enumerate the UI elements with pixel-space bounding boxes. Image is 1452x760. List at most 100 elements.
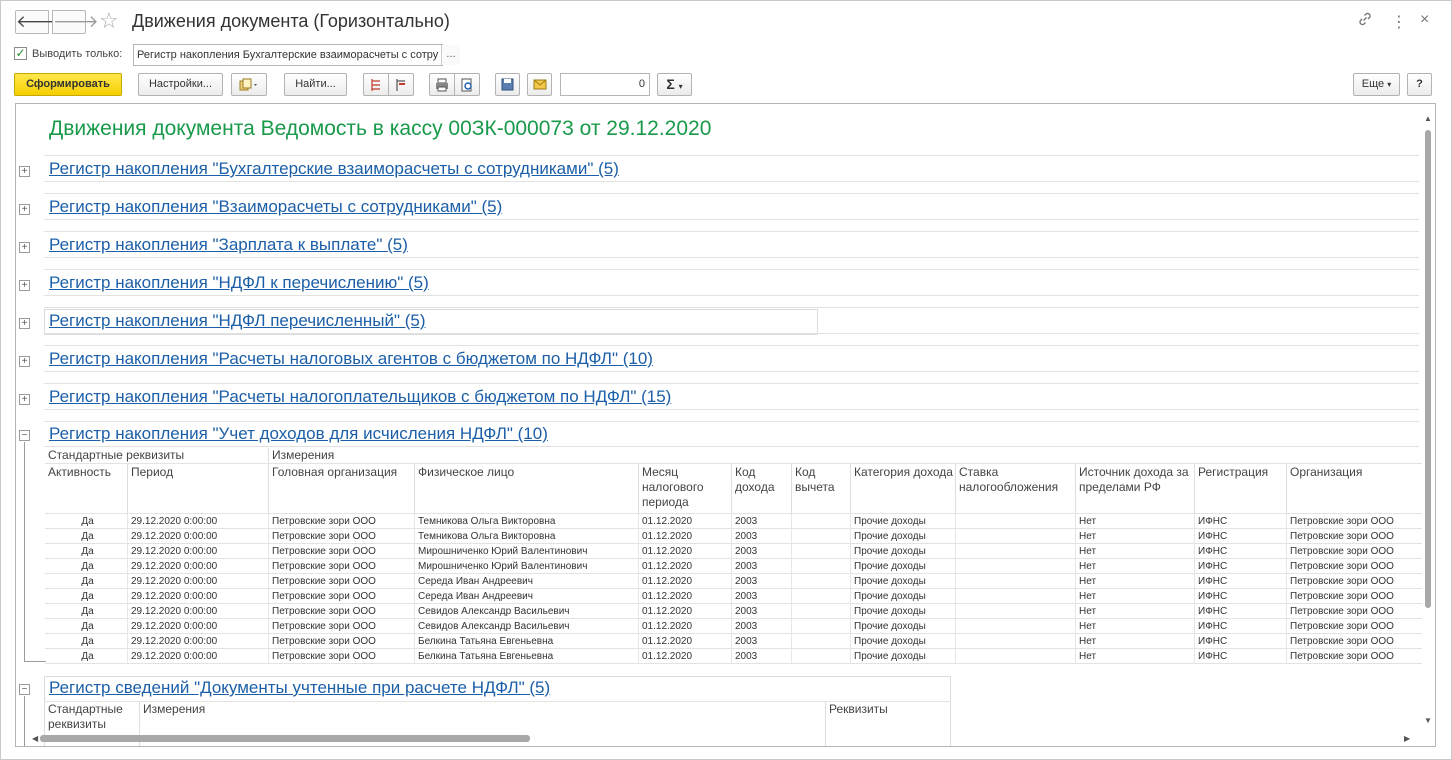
table-cell: Нет	[1075, 574, 1194, 589]
expand-register-icon[interactable]: +	[19, 356, 30, 367]
find-button[interactable]: Найти...	[284, 73, 347, 96]
register-link-income-accounting[interactable]: Регистр накопления "Учет доходов для исч…	[49, 424, 548, 444]
table-row[interactable]: Да 29.12.2020 0:00:00 Петровские зори ООО С…	[45, 604, 1422, 619]
table-cell: 29.12.2020 0:00:00	[127, 649, 268, 664]
separator	[44, 295, 1419, 296]
expand-register-icon[interactable]: +	[19, 204, 30, 215]
table-cell	[955, 514, 1075, 529]
table-cell: Прочие доходы	[850, 619, 955, 634]
table-cell: Прочие доходы	[850, 574, 955, 589]
collapse-info-register-icon[interactable]: −	[19, 684, 30, 695]
horizontal-scrollbar[interactable]: ◀ ▶	[32, 732, 1412, 744]
table-cell: 2003	[731, 604, 791, 619]
more-button[interactable]: Еще ▾	[1353, 73, 1400, 96]
table-cell	[955, 619, 1075, 634]
table-cell: 01.12.2020	[638, 514, 731, 529]
table-cell	[955, 529, 1075, 544]
table-cell: 2003	[731, 649, 791, 664]
grid-line	[45, 663, 1422, 664]
generate-button[interactable]: Сформировать	[14, 73, 122, 96]
table-row[interactable]: Да 29.12.2020 0:00:00 Петровские зори ООО Б…	[45, 634, 1422, 649]
forward-arrow-icon[interactable]: 🡒	[52, 10, 99, 34]
collapse-register-icon[interactable]: −	[19, 430, 30, 441]
output-only-checkbox[interactable]: ✓	[14, 47, 27, 60]
more-button-label: Еще	[1361, 78, 1385, 90]
print-icon[interactable]	[429, 73, 455, 96]
table-cell	[791, 619, 850, 634]
table-cell: 2003	[731, 559, 791, 574]
table-row[interactable]: Да 29.12.2020 0:00:00 Петровские зори ООО Б…	[45, 649, 1422, 664]
separator	[44, 333, 1419, 334]
table-cell: ИФНС	[1194, 559, 1286, 574]
table-cell: Петровские зори ООО	[268, 574, 414, 589]
collapse-all-icon[interactable]	[388, 73, 414, 96]
table-cell: 01.12.2020	[638, 589, 731, 604]
expand-register-icon[interactable]: +	[19, 166, 30, 177]
expand-register-icon[interactable]: +	[19, 280, 30, 291]
column-header: Активность	[48, 465, 112, 479]
register-link[interactable]: Регистр накопления "Расчеты налогоплател…	[49, 387, 671, 407]
expand-register-icon[interactable]: +	[19, 394, 30, 405]
settings-button[interactable]: Настройки...	[138, 73, 223, 96]
expand-register-icon[interactable]: +	[19, 318, 30, 329]
table-cell: Да	[81, 561, 94, 572]
filter-select-button[interactable]: ...	[441, 45, 460, 65]
tree-line	[24, 696, 25, 746]
expand-all-icon[interactable]	[363, 73, 389, 96]
table-cell	[791, 514, 850, 529]
register-link[interactable]: Регистр накопления "НДФЛ перечисленный" …	[49, 311, 425, 331]
table-cell: Нет	[1075, 559, 1194, 574]
scroll-right-icon[interactable]: ▶	[1404, 734, 1410, 743]
table-row[interactable]: Да 29.12.2020 0:00:00 Петровские зори ООО Т…	[45, 514, 1422, 529]
sum-value-field[interactable]: 0	[560, 73, 650, 96]
tree-line	[24, 442, 25, 662]
help-button[interactable]: ?	[1407, 73, 1432, 96]
column-header: Регистрация	[1194, 464, 1286, 513]
sum-menu-button[interactable]: Σ ▾	[657, 73, 692, 96]
table-cell	[791, 604, 850, 619]
title-bar: 🡐 🡒 ☆ Движения документа (Горизонтально)…	[1, 1, 1451, 43]
register-link-ndfl-documents[interactable]: Регистр сведений "Документы учтенные при…	[49, 678, 550, 698]
table-row[interactable]: Да 29.12.2020 0:00:00 Петровские зори ООО Т…	[45, 529, 1422, 544]
vertical-scrollbar[interactable]: ▲ ▼	[1422, 108, 1434, 728]
table-row[interactable]: Да 29.12.2020 0:00:00 Петровские зори ООО С…	[45, 619, 1422, 634]
expand-register-icon[interactable]: +	[19, 242, 30, 253]
horizontal-scroll-thumb[interactable]	[40, 735, 530, 742]
group-header-dimensions: Измерения	[268, 448, 568, 463]
separator	[44, 383, 1419, 384]
table-cell: 01.12.2020	[638, 574, 731, 589]
table-row[interactable]: Да 29.12.2020 0:00:00 Петровские зори ООО М…	[45, 559, 1422, 574]
save-icon[interactable]	[495, 73, 520, 96]
table-cell	[791, 559, 850, 574]
tree-line-end	[24, 661, 46, 662]
register-link[interactable]: Регистр накопления "Зарплата к выплате" …	[49, 235, 408, 255]
more-menu-icon[interactable]: ⋮	[1391, 12, 1407, 32]
register-filter-input[interactable]: Регистр накопления Бухгалтерские взаимор…	[133, 44, 443, 66]
table-cell: Середа Иван Андреевич	[414, 589, 638, 604]
register-link[interactable]: Регистр накопления "Взаиморасчеты с сотр…	[49, 197, 502, 217]
table-cell: Петровские зори ООО	[1286, 649, 1422, 664]
favorite-star-icon[interactable]: ☆	[99, 9, 119, 33]
scroll-left-icon[interactable]: ◀	[32, 734, 38, 743]
back-arrow-icon[interactable]: 🡐	[15, 10, 62, 34]
scroll-up-icon[interactable]: ▲	[1424, 114, 1432, 123]
table-cell	[791, 649, 850, 664]
close-icon[interactable]: ×	[1420, 11, 1429, 29]
print-preview-icon[interactable]	[454, 73, 480, 96]
table-cell: Да	[81, 621, 94, 632]
table-row[interactable]: Да 29.12.2020 0:00:00 Петровские зори ООО М…	[45, 544, 1422, 559]
table-row[interactable]: Да 29.12.2020 0:00:00 Петровские зори ООО С…	[45, 574, 1422, 589]
table-cell: Середа Иван Андреевич	[414, 574, 638, 589]
table-cell: Прочие доходы	[850, 634, 955, 649]
register-link[interactable]: Регистр накопления "НДФЛ к перечислению"…	[49, 273, 429, 293]
variant-menu-button[interactable]	[231, 73, 267, 96]
register-link[interactable]: Регистр накопления "Бухгалтерские взаимо…	[49, 159, 619, 179]
vertical-scroll-thumb[interactable]	[1425, 130, 1431, 608]
register-link[interactable]: Регистр накопления "Расчеты налоговых аг…	[49, 349, 653, 369]
table-row[interactable]: Да 29.12.2020 0:00:00 Петровские зори ООО С…	[45, 589, 1422, 604]
table-cell: Нет	[1075, 619, 1194, 634]
send-email-icon[interactable]	[527, 73, 552, 96]
table-cell: 29.12.2020 0:00:00	[127, 619, 268, 634]
link-icon[interactable]	[1357, 11, 1373, 32]
scroll-down-icon[interactable]: ▼	[1424, 716, 1432, 725]
